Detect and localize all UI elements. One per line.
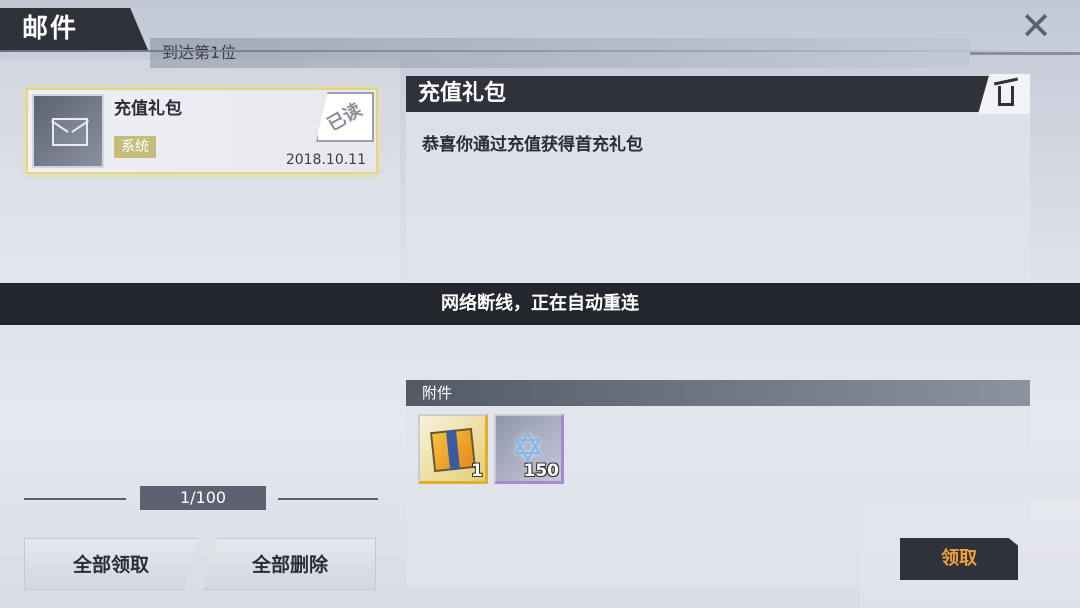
page-indicator: 1/100 xyxy=(140,486,266,510)
attachment-count: 1 xyxy=(471,461,483,481)
read-status-label: 已读 xyxy=(323,99,366,136)
mail-detail-body: 恭喜你通过充值获得首充礼包 xyxy=(422,135,643,155)
claim-all-button[interactable]: 全部领取 xyxy=(24,538,198,590)
mail-date: 2018.10.11 xyxy=(285,152,366,168)
mail-detail-title: 充值礼包 xyxy=(406,76,1030,112)
trash-icon xyxy=(998,86,1014,106)
attachment-item[interactable]: ✡ 150 xyxy=(494,414,564,484)
mail-list-item[interactable]: 充值礼包 系统 2018.10.11 已读 xyxy=(26,88,378,174)
read-status-stamp: 已读 xyxy=(316,92,374,142)
close-icon: ✕ xyxy=(1020,4,1052,48)
header-divider xyxy=(0,50,1080,52)
trash-lid xyxy=(993,77,1019,86)
mail-category-tag: 系统 xyxy=(114,136,156,158)
pager-divider-left xyxy=(24,498,126,500)
close-button[interactable]: ✕ xyxy=(1016,6,1056,46)
scrolling-ticker: 到达第1位 xyxy=(150,38,970,68)
gift-box-icon xyxy=(430,427,476,473)
pager-divider-right xyxy=(278,498,378,500)
envelope-icon xyxy=(52,118,88,146)
attachment-item[interactable]: 1 xyxy=(418,414,488,484)
delete-all-button[interactable]: 全部删除 xyxy=(204,538,376,590)
close-underline xyxy=(970,52,1080,55)
mail-item-title: 充值礼包 xyxy=(114,99,182,119)
network-status-banner: 网络断线，正在自动重连 xyxy=(0,283,1080,325)
attachment-count: 150 xyxy=(523,461,560,481)
claim-button[interactable]: 领取 xyxy=(900,538,1018,580)
attachments-header: 附件 xyxy=(406,380,1030,406)
mail-thumbnail xyxy=(32,94,104,168)
page-title: 邮件 xyxy=(0,8,148,50)
